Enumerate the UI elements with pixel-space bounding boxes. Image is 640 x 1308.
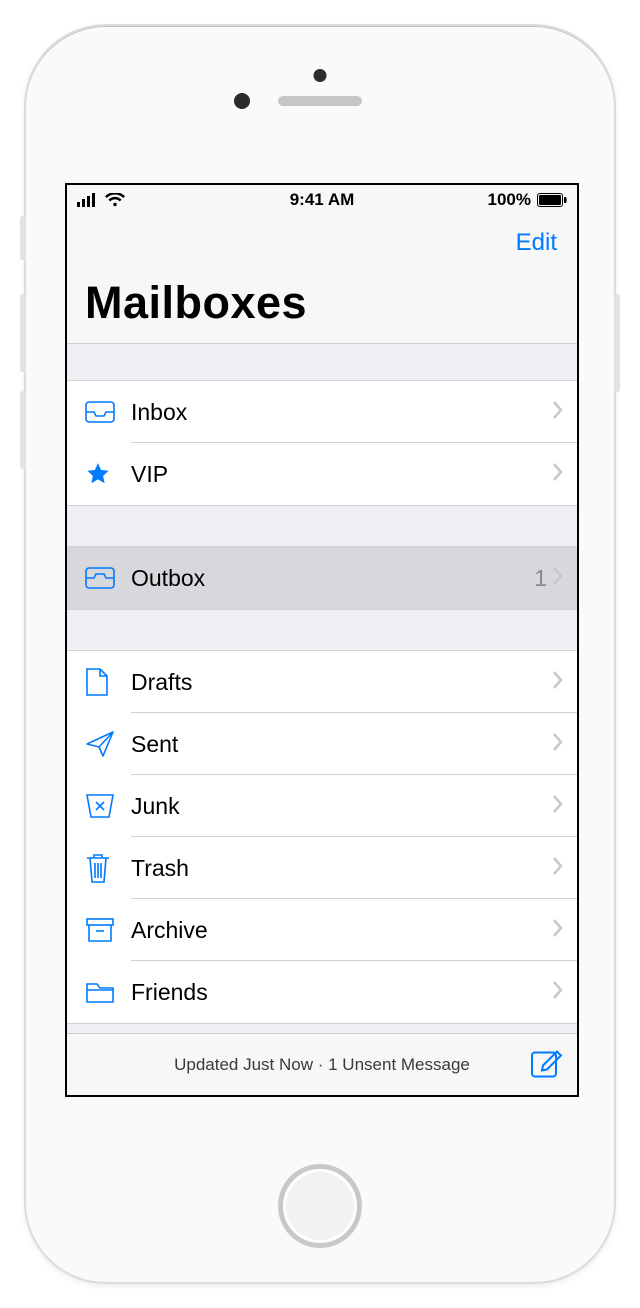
status-bar: 9:41 AM 100% [67,185,577,215]
battery-icon [537,193,567,207]
chevron-right-icon [553,671,563,694]
chevron-right-icon [553,919,563,942]
section-divider [67,505,577,547]
chevron-right-icon [553,981,563,1004]
mailbox-row-drafts[interactable]: Drafts [67,651,577,713]
volume-down-button [20,391,26,469]
trash-icon [85,852,131,884]
mailbox-label: VIP [131,461,553,488]
drafts-icon [85,667,131,697]
mailbox-row-inbox[interactable]: Inbox [67,381,577,443]
mailbox-group-smart: Inbox VIP [67,381,577,505]
inbox-icon [85,401,131,423]
status-time: 9:41 AM [290,190,355,210]
compose-button[interactable] [529,1045,563,1084]
outbox-icon [85,567,131,589]
archive-icon [85,917,131,943]
section-divider [67,609,577,651]
mute-switch [20,216,26,260]
mailbox-label: Trash [131,855,553,882]
chevron-right-icon [553,463,563,486]
mailbox-row-junk[interactable]: Junk [67,775,577,837]
large-title: Mailboxes [67,273,577,343]
mailbox-group-outbox: Outbox 1 [67,547,577,609]
mailbox-count: 1 [534,565,547,592]
wifi-icon [105,193,125,207]
front-camera [234,93,250,109]
mailbox-row-outbox[interactable]: Outbox 1 [67,547,577,609]
mailbox-label: Archive [131,917,553,944]
nav-bar: Edit [67,215,577,273]
star-icon [85,461,131,487]
screen: 9:41 AM 100% Edit Mailboxes Inbox [65,183,579,1097]
junk-icon [85,793,131,819]
page-title: Mailboxes [85,277,559,329]
edit-button[interactable]: Edit [516,229,557,257]
power-button [614,294,620,392]
chevron-right-icon [553,795,563,818]
mailbox-label: Drafts [131,669,553,696]
sent-icon [85,730,131,758]
toolbar: Updated Just Now · 1 Unsent Message [67,1033,577,1095]
mailbox-label: Friends [131,979,553,1006]
proximity-sensor [314,69,327,82]
iphone-device-frame: 9:41 AM 100% Edit Mailboxes Inbox [24,24,616,1284]
mailbox-row-trash[interactable]: Trash [67,837,577,899]
mailbox-group-folders: Drafts Sent Junk [67,651,577,1023]
chevron-right-icon [553,857,563,880]
home-button[interactable] [278,1164,362,1248]
folder-icon [85,980,131,1004]
chevron-right-icon [553,401,563,424]
mailbox-label: Inbox [131,399,553,426]
mailbox-row-archive[interactable]: Archive [67,899,577,961]
cellular-signal-icon [77,193,99,207]
mailbox-row-friends[interactable]: Friends [67,961,577,1023]
mailbox-label: Outbox [131,565,534,592]
mailbox-row-vip[interactable]: VIP [67,443,577,505]
battery-percent: 100% [488,190,531,210]
section-divider [67,343,577,381]
mailbox-label: Junk [131,793,553,820]
mailbox-row-sent[interactable]: Sent [67,713,577,775]
volume-up-button [20,294,26,372]
chevron-right-icon [553,733,563,756]
toolbar-status: Updated Just Now · 1 Unsent Message [174,1055,470,1075]
earpiece-speaker [278,96,362,106]
mailbox-label: Sent [131,731,553,758]
chevron-right-icon [553,567,563,590]
